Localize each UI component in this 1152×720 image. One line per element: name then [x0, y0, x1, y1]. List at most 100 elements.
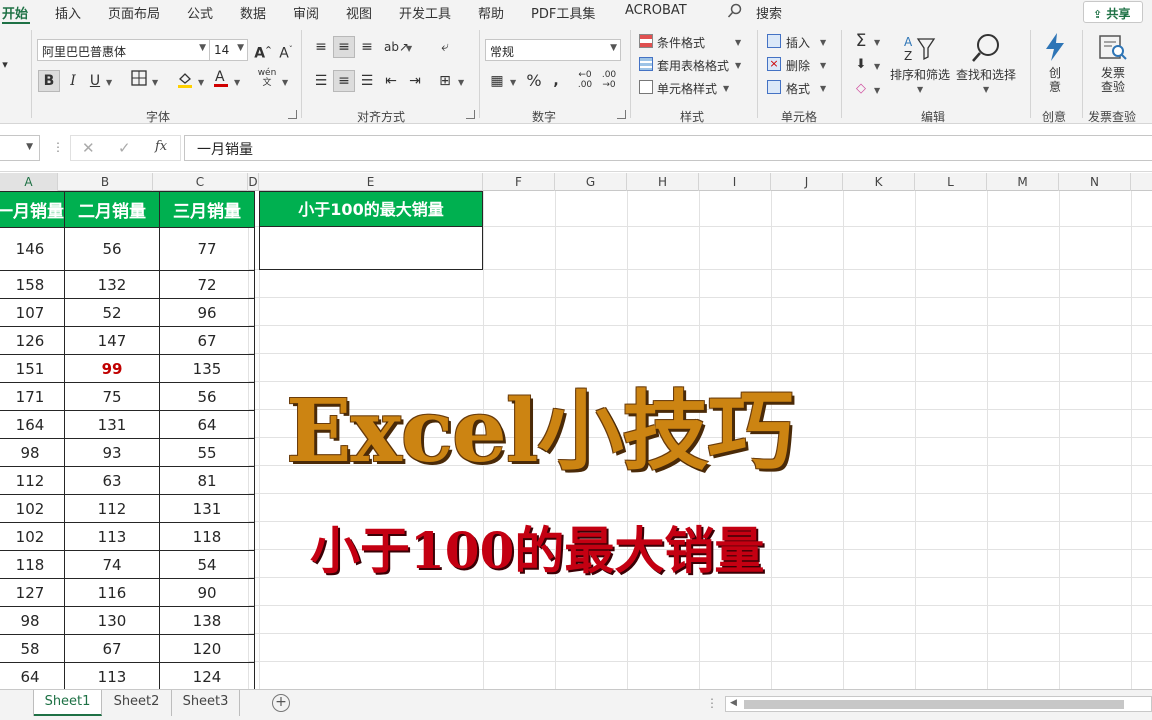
table-cell[interactable]: 75 [64, 382, 160, 411]
table-cell[interactable]: 131 [159, 494, 255, 523]
table-cell[interactable]: 67 [159, 326, 255, 355]
decrease-font-icon[interactable]: Aˇ [275, 39, 297, 62]
header-cell[interactable]: 二月销量 [64, 191, 160, 228]
comma-style-icon[interactable]: , [545, 70, 567, 92]
cancel-icon[interactable]: ✕ [82, 139, 95, 157]
table-cell[interactable]: 126 [0, 326, 65, 355]
find-select-icon[interactable] [970, 32, 1002, 68]
table-cell[interactable]: 118 [159, 522, 255, 551]
table-cell[interactable]: 56 [159, 382, 255, 411]
underline-button[interactable]: U [84, 70, 106, 92]
accounting-format-icon[interactable]: ▦ [486, 70, 508, 92]
table-cell[interactable]: 138 [159, 606, 255, 635]
column-header-a[interactable]: A [0, 173, 58, 191]
table-cell[interactable]: 120 [159, 634, 255, 663]
chevron-down-icon[interactable]: ▼ [152, 78, 158, 87]
lightning-icon[interactable] [1043, 32, 1067, 66]
sort-filter-icon[interactable]: AZ [902, 33, 936, 67]
result-header-cell[interactable]: 小于100的最大销量 [259, 191, 483, 227]
table-cell[interactable]: 124 [159, 662, 255, 689]
table-cell[interactable]: 132 [64, 270, 160, 299]
tab-formulas[interactable]: 公式 [187, 3, 213, 22]
table-cell[interactable]: 74 [64, 550, 160, 579]
phonetic-icon[interactable]: wén 文 [256, 68, 278, 90]
tab-review[interactable]: 审阅 [293, 3, 319, 22]
header-cell[interactable]: 三月销量 [159, 191, 255, 228]
header-cell[interactable]: 一月销量 [0, 191, 65, 228]
table-cell[interactable]: 54 [159, 550, 255, 579]
chevron-down-icon[interactable]: ▼ [198, 78, 204, 87]
bold-button[interactable]: B [38, 70, 60, 92]
horizontal-scrollbar[interactable]: ◀ [725, 696, 1152, 712]
table-cell[interactable]: 81 [159, 466, 255, 495]
search-icon[interactable] [727, 3, 743, 23]
column-header-d[interactable]: D [248, 173, 259, 191]
chevron-down-icon[interactable]: ▼ [282, 78, 288, 87]
table-cell[interactable]: 130 [64, 606, 160, 635]
alignment-dialog-launcher-icon[interactable] [466, 110, 475, 119]
table-cell[interactable]: 131 [64, 410, 160, 439]
table-cell[interactable]: 93 [64, 438, 160, 467]
scroll-left-icon[interactable]: ◀ [730, 698, 737, 708]
name-box[interactable]: ▼ [0, 135, 40, 161]
column-header-e[interactable]: E [259, 173, 483, 191]
table-cell[interactable]: 127 [0, 578, 65, 607]
tab-home[interactable]: 开始 [2, 3, 28, 22]
tab-insert[interactable]: 插入 [55, 3, 81, 22]
tab-data[interactable]: 数据 [240, 3, 266, 22]
table-cell[interactable]: 64 [159, 410, 255, 439]
check-icon[interactable]: ✓ [118, 139, 131, 157]
percent-style-icon[interactable]: % [523, 70, 545, 92]
chevron-down-icon[interactable]: ▼ [234, 78, 240, 87]
chevron-down-icon[interactable]: ▼ [874, 38, 880, 47]
table-cell[interactable]: 171 [0, 382, 65, 411]
invoice-check-icon[interactable] [1098, 33, 1128, 65]
column-header-l[interactable]: L [915, 173, 987, 191]
table-cell[interactable]: 146 [0, 227, 65, 271]
insert-cells-button[interactable]: 插入 ▼ [767, 33, 833, 51]
find-select-label[interactable]: 查找和选择 [952, 68, 1020, 82]
align-right-icon[interactable]: ☰ [356, 70, 378, 92]
format-as-table-button[interactable]: 套用表格格式 ▼ [639, 56, 749, 74]
table-cell[interactable]: 63 [64, 466, 160, 495]
tab-page-layout[interactable]: 页面布局 [108, 3, 160, 22]
font-color-icon[interactable]: A [210, 68, 232, 90]
table-cell[interactable]: 135 [159, 354, 255, 383]
table-cell[interactable]: 118 [0, 550, 65, 579]
sheet-tab-sheet2[interactable]: Sheet2 [102, 690, 172, 716]
table-cell[interactable]: 151 [0, 354, 65, 383]
worksheet-grid[interactable]: 一月销量 二月销量 三月销量 146 56 77 158 132 72 107 52 96 126… [0, 191, 1152, 689]
number-format-select[interactable]: 常规 ▼ [485, 39, 621, 61]
fill-down-icon[interactable]: ⬇ [850, 54, 872, 76]
column-header-g[interactable]: G [555, 173, 627, 191]
align-bottom-icon[interactable]: ≡ [356, 36, 378, 58]
chevron-down-icon[interactable]: ▼ [983, 85, 989, 94]
decrease-decimal-icon[interactable]: .00 →0 [598, 70, 620, 92]
table-cell[interactable]: 56 [64, 227, 160, 271]
tab-view[interactable]: 视图 [346, 3, 372, 22]
table-cell[interactable]: 113 [64, 662, 160, 689]
table-cell[interactable]: 77 [159, 227, 255, 271]
format-cells-button[interactable]: 格式 ▼ [767, 79, 833, 97]
table-cell[interactable]: 58 [0, 634, 65, 663]
tab-pdf-tools[interactable]: PDF工具集 [531, 3, 595, 22]
border-icon[interactable] [128, 70, 150, 92]
clipboard-edge-icon[interactable]: ▾ [0, 54, 16, 76]
scrollbar-thumb[interactable] [744, 700, 1124, 709]
merge-center-icon[interactable]: ⊞ [434, 70, 456, 92]
conditional-formatting-button[interactable]: 条件格式 ▼ [639, 33, 749, 51]
autosum-icon[interactable]: Σ [850, 30, 872, 52]
table-cell[interactable]: 55 [159, 438, 255, 467]
table-cell[interactable]: 107 [0, 298, 65, 327]
chevron-down-icon[interactable]: ▼ [406, 44, 412, 53]
font-size-select[interactable]: 14 ▼ [209, 39, 248, 61]
table-cell[interactable]: 112 [0, 466, 65, 495]
font-name-select[interactable]: 阿里巴巴普惠体 ▼ [37, 39, 210, 61]
column-header-k[interactable]: K [843, 173, 915, 191]
table-cell[interactable]: 158 [0, 270, 65, 299]
table-cell[interactable]: 102 [0, 522, 65, 551]
column-header-m[interactable]: M [987, 173, 1059, 191]
creative-button[interactable]: 创意 [1044, 66, 1066, 94]
table-cell[interactable]: 72 [159, 270, 255, 299]
orientation-icon[interactable]: ab↗ [384, 36, 409, 58]
